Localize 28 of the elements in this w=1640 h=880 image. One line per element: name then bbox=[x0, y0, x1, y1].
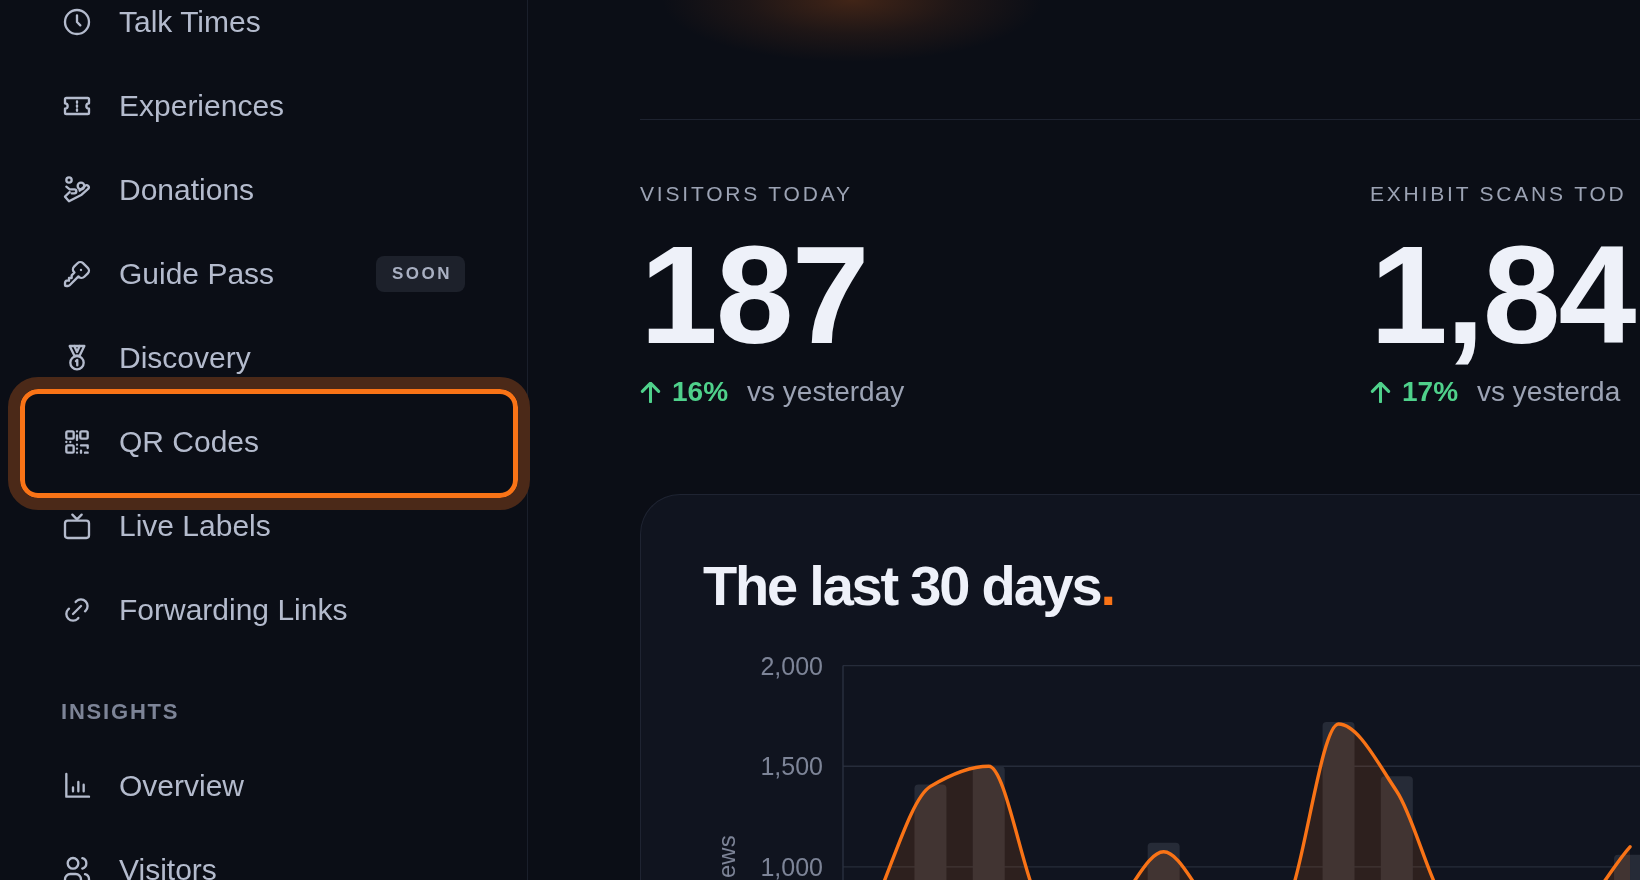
nav-item[interactable]: Guide Pass SOON bbox=[61, 255, 465, 293]
nav-item[interactable]: Live Labels bbox=[61, 507, 271, 545]
stat-label: VISITORS TODAY bbox=[640, 181, 853, 206]
axis-tick-label: 2,000 bbox=[760, 651, 823, 680]
key-icon bbox=[61, 258, 93, 290]
clock-icon bbox=[61, 6, 93, 38]
nav-item[interactable]: Forwarding Links bbox=[61, 591, 348, 629]
comparison-text: vs yesterda bbox=[1477, 376, 1621, 408]
nav-item[interactable]: QR Codes bbox=[8, 377, 530, 510]
nav-item[interactable]: Talk Times bbox=[61, 3, 261, 41]
nav-item[interactable]: Donations bbox=[61, 171, 255, 209]
axis-tick-label: 1,000 bbox=[760, 852, 823, 880]
comparison-text: vs yesterday bbox=[747, 376, 905, 408]
status-badge: SOON bbox=[376, 256, 465, 292]
axis-tick-label: 1,500 bbox=[760, 752, 823, 781]
stat-label: EXHIBIT SCANS TOD bbox=[1370, 181, 1627, 206]
axis-title: ews bbox=[713, 835, 740, 878]
section-heading: INSIGHTS bbox=[61, 699, 180, 725]
tv-icon bbox=[61, 510, 93, 542]
change-percent: 17% bbox=[1402, 376, 1459, 408]
nav-item[interactable]: Visitors bbox=[61, 850, 217, 880]
change-percent: 16% bbox=[672, 376, 729, 408]
nav-item[interactable]: Overview bbox=[61, 766, 245, 805]
stat-value: 187 bbox=[640, 224, 868, 365]
chart-title: The last 30 days. bbox=[703, 555, 1114, 617]
nav-item[interactable]: Discovery bbox=[61, 339, 251, 377]
nav-item[interactable]: Experiences bbox=[61, 87, 285, 125]
stat-value: 1,84 bbox=[1370, 224, 1635, 365]
